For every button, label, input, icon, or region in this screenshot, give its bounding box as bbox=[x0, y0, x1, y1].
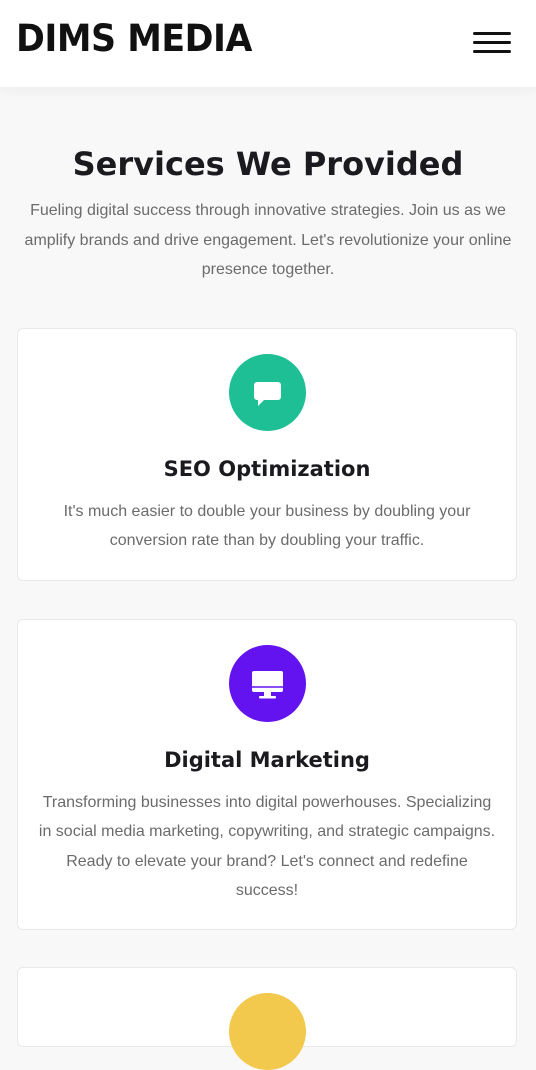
partially-visible-icon bbox=[229, 993, 306, 1070]
service-description: It's much easier to double your business… bbox=[63, 503, 471, 550]
menu-bar-bottom bbox=[473, 50, 511, 53]
service-title: SEO Optimization bbox=[163, 457, 371, 481]
site-header: DIMS MEDIA bbox=[0, 0, 536, 87]
service-description: Transforming businesses into digital pow… bbox=[38, 794, 496, 899]
service-title: Digital Marketing bbox=[164, 748, 370, 772]
desktop-monitor-icon bbox=[229, 645, 306, 722]
hamburger-menu-icon[interactable] bbox=[470, 28, 514, 58]
service-card-partial bbox=[17, 967, 517, 1070]
brand-logo[interactable]: DIMS MEDIA bbox=[16, 14, 252, 64]
chat-bubble-icon bbox=[229, 354, 306, 431]
service-card-seo: SEO Optimization It's much easier to dou… bbox=[17, 328, 517, 581]
section-description: Fueling digital success through innovati… bbox=[24, 202, 512, 278]
service-card-digital-marketing: Digital Marketing Transforming businesse… bbox=[17, 619, 517, 930]
menu-bar-middle bbox=[473, 41, 511, 44]
menu-bar-top bbox=[473, 32, 511, 35]
section-title: Services We Provided bbox=[72, 145, 464, 183]
